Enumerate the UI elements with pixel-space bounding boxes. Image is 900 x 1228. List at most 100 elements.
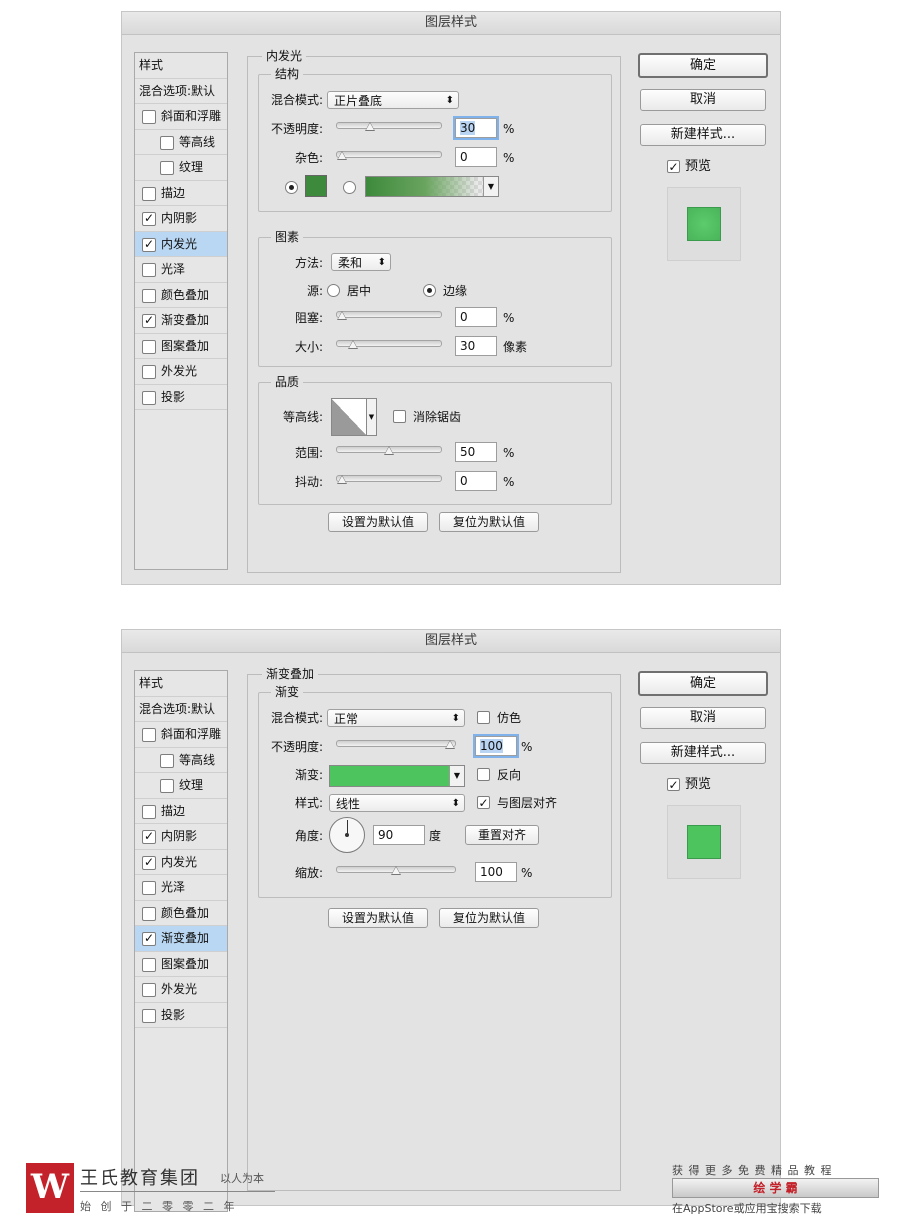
scale-input[interactable]: 100	[475, 862, 517, 882]
align-layer-checkbox[interactable]: ✓	[477, 796, 490, 809]
scale-slider[interactable]	[336, 866, 456, 875]
size-slider-thumb[interactable]	[348, 340, 359, 349]
style-checkbox[interactable]	[142, 390, 156, 405]
style-checkbox[interactable]: ✓	[142, 855, 156, 870]
style-checkbox[interactable]	[142, 957, 156, 972]
chevron-down-icon[interactable]: ▼	[483, 177, 498, 196]
choke-slider[interactable]	[336, 311, 442, 320]
ok-button[interactable]: 确定	[638, 671, 768, 696]
style-checkbox[interactable]	[142, 110, 156, 124]
style-list-item[interactable]: 斜面和浮雕	[135, 722, 227, 748]
opacity-slider-thumb[interactable]	[445, 740, 455, 749]
style-list-item[interactable]: 颜色叠加	[135, 283, 227, 308]
style-select[interactable]: 线性 ⬍	[329, 794, 465, 812]
contour-dropdown-arrow-icon[interactable]: ▼	[366, 398, 377, 436]
style-checkbox[interactable]	[160, 779, 174, 793]
ok-button[interactable]: 确定	[638, 53, 768, 78]
scale-slider-thumb[interactable]	[391, 866, 401, 875]
reset-align-button[interactable]: 重置对齐	[465, 825, 539, 845]
style-list-item[interactable]: 投影	[135, 1003, 227, 1028]
range-input[interactable]: 50	[455, 442, 497, 462]
style-list-item[interactable]: 投影	[135, 385, 227, 410]
style-list-item[interactable]: ✓ 渐变叠加	[135, 308, 227, 334]
glow-color-swatch[interactable]	[305, 175, 327, 197]
opacity-input[interactable]: 30	[455, 118, 497, 138]
jitter-slider-thumb[interactable]	[337, 475, 347, 484]
antialias-checkbox[interactable]	[393, 410, 406, 423]
style-checkbox[interactable]	[142, 804, 156, 819]
style-checkbox[interactable]	[160, 753, 174, 768]
style-checkbox[interactable]: ✓	[142, 830, 156, 844]
style-list-item[interactable]: 描边	[135, 181, 227, 206]
style-checkbox[interactable]	[160, 161, 174, 175]
preview-checkbox[interactable]: ✓	[667, 160, 680, 173]
contour-picker[interactable]	[331, 398, 367, 436]
style-checkbox[interactable]: ✓	[142, 212, 156, 226]
cancel-button[interactable]: 取消	[640, 89, 766, 111]
style-list-item[interactable]: 光泽	[135, 875, 227, 901]
style-list-item[interactable]: ✓ 内发光	[135, 231, 227, 257]
reverse-checkbox[interactable]	[477, 768, 490, 781]
style-checkbox[interactable]	[142, 728, 156, 742]
angle-input[interactable]: 90	[373, 825, 425, 845]
style-list-item[interactable]: 图案叠加	[135, 952, 227, 977]
blend-mode-select[interactable]: 正常 ⬍	[327, 709, 465, 727]
choke-input[interactable]: 0	[455, 307, 497, 327]
new-style-button[interactable]: 新建样式...	[640, 742, 766, 764]
style-checkbox[interactable]: ✓	[142, 314, 156, 328]
style-checkbox[interactable]	[142, 288, 156, 303]
choke-slider-thumb[interactable]	[337, 311, 347, 320]
style-checkbox[interactable]	[142, 263, 156, 277]
style-list-item[interactable]: 等高线	[135, 748, 227, 773]
style-list-item[interactable]: 外发光	[135, 977, 227, 1003]
style-list-item[interactable]: 颜色叠加	[135, 901, 227, 926]
preview-checkbox[interactable]: ✓	[667, 778, 680, 791]
style-checkbox[interactable]	[142, 339, 156, 354]
noise-input[interactable]: 0	[455, 147, 497, 167]
style-checkbox[interactable]	[142, 906, 156, 921]
style-list-item[interactable]: 斜面和浮雕	[135, 104, 227, 130]
style-checkbox[interactable]	[142, 983, 156, 997]
style-checkbox[interactable]	[142, 1008, 156, 1023]
style-list-item[interactable]: 混合选项:默认	[135, 697, 227, 722]
blend-mode-select[interactable]: 正片叠底 ⬍	[327, 91, 459, 109]
jitter-input[interactable]: 0	[455, 471, 497, 491]
new-style-button[interactable]: 新建样式...	[640, 124, 766, 146]
gradient-picker[interactable]: ▼	[329, 765, 465, 787]
style-list-item[interactable]: 描边	[135, 799, 227, 824]
glow-gradient-picker[interactable]: ▼	[365, 176, 499, 197]
solid-color-radio[interactable]	[285, 181, 298, 194]
style-list-item[interactable]: 样式	[135, 53, 227, 79]
style-list-item[interactable]: 混合选项:默认	[135, 79, 227, 104]
gradient-radio[interactable]	[343, 181, 356, 194]
opacity-slider-thumb[interactable]	[365, 122, 376, 131]
style-list-item[interactable]: 纹理	[135, 773, 227, 799]
style-list-item[interactable]: 样式	[135, 671, 227, 697]
make-default-button[interactable]: 设置为默认值	[328, 908, 428, 928]
cancel-button[interactable]: 取消	[640, 707, 766, 729]
style-list-item[interactable]: 图案叠加	[135, 334, 227, 359]
range-slider[interactable]	[336, 446, 442, 455]
opacity-slider[interactable]	[336, 740, 456, 749]
style-list-item[interactable]: 等高线	[135, 130, 227, 155]
style-list-item[interactable]: 光泽	[135, 257, 227, 283]
reset-default-button[interactable]: 复位为默认值	[439, 908, 539, 928]
make-default-button[interactable]: 设置为默认值	[328, 512, 428, 532]
source-edge-radio[interactable]	[423, 284, 436, 297]
size-input[interactable]: 30	[455, 336, 497, 356]
source-center-radio[interactable]	[327, 284, 340, 297]
style-checkbox[interactable]	[142, 881, 156, 895]
chevron-down-icon[interactable]: ▼	[449, 766, 464, 786]
range-slider-thumb[interactable]	[384, 446, 394, 455]
style-checkbox[interactable]: ✓	[142, 932, 156, 946]
opacity-input[interactable]: 100	[475, 736, 517, 756]
style-list-item[interactable]: 纹理	[135, 155, 227, 181]
style-list-item[interactable]: ✓ 渐变叠加	[135, 926, 227, 952]
style-list-item[interactable]: ✓ 内阴影	[135, 824, 227, 850]
jitter-slider[interactable]	[336, 475, 442, 484]
technique-select[interactable]: 柔和 ⬍	[331, 253, 391, 271]
style-list-item[interactable]: 外发光	[135, 359, 227, 385]
dither-checkbox[interactable]	[477, 711, 490, 724]
style-checkbox[interactable]	[160, 135, 174, 150]
style-checkbox[interactable]	[142, 186, 156, 201]
